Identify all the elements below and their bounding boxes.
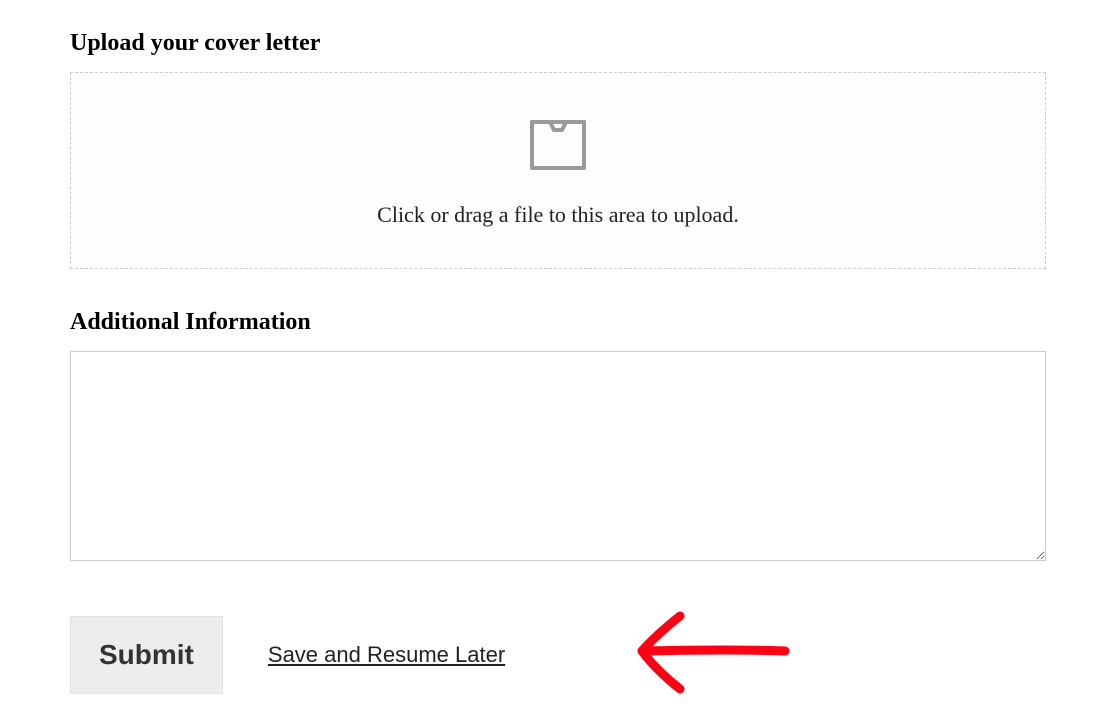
save-resume-link[interactable]: Save and Resume Later bbox=[268, 642, 505, 668]
additional-info-section: Additional Information bbox=[70, 309, 1046, 566]
inbox-icon bbox=[526, 118, 590, 177]
additional-info-textarea[interactable] bbox=[70, 351, 1046, 561]
annotation-arrow-icon bbox=[630, 601, 800, 706]
submit-button[interactable]: Submit bbox=[70, 616, 223, 694]
additional-info-label: Additional Information bbox=[70, 309, 1046, 336]
file-upload-dropzone[interactable]: Click or drag a file to this area to upl… bbox=[70, 72, 1046, 269]
cover-letter-upload-section: Upload your cover letter Click or drag a… bbox=[70, 30, 1046, 269]
form-actions: Submit Save and Resume Later bbox=[70, 616, 1046, 694]
upload-instructions-text: Click or drag a file to this area to upl… bbox=[377, 202, 739, 228]
cover-letter-label: Upload your cover letter bbox=[70, 30, 1046, 57]
